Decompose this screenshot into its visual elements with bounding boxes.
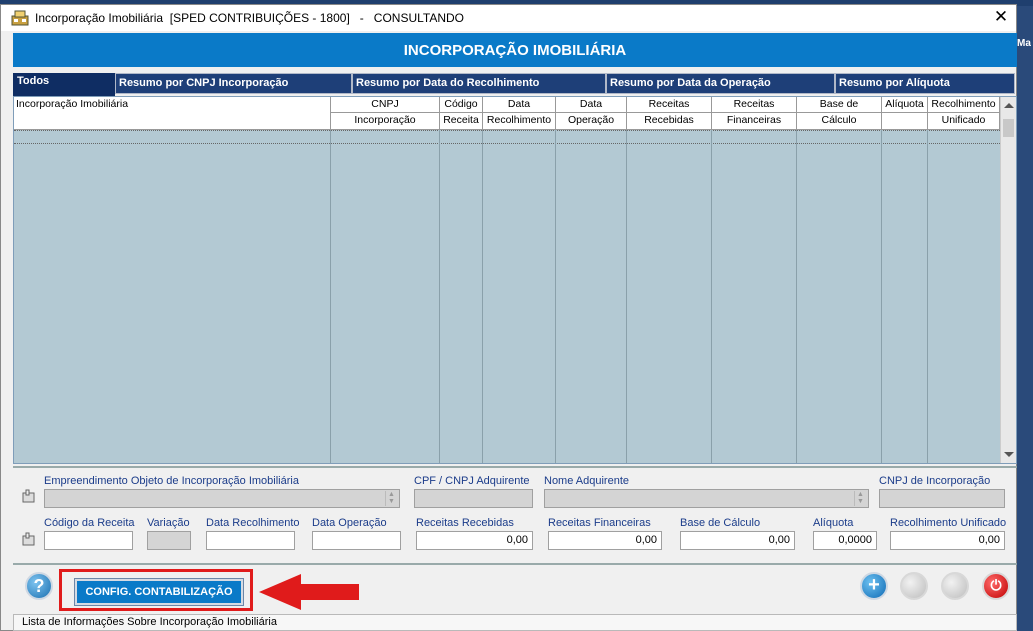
app-icon — [11, 10, 29, 26]
spin-icon[interactable]: ▲ ▼ — [385, 491, 397, 506]
grid-header: Incorporação Imobiliária CNPJ Incorporaç… — [14, 97, 1000, 130]
divider — [13, 563, 1017, 565]
title-bar: Incorporação Imobiliária [SPED CONTRIBUI… — [1, 5, 1016, 31]
help-button[interactable]: ? — [25, 572, 53, 600]
base-calculo-label: Base de Cálculo — [680, 517, 761, 529]
column-divider — [439, 130, 440, 463]
table-row[interactable] — [14, 130, 1000, 144]
tab-resumo-cnpj[interactable]: Resumo por CNPJ Incorporação — [115, 73, 352, 94]
cpf-cnpj-adquirente-label: CPF / CNPJ Adquirente — [414, 475, 530, 487]
background-window-text: Ma — [1017, 38, 1031, 49]
vertical-scrollbar[interactable] — [1000, 97, 1016, 463]
variacao-field[interactable] — [147, 531, 191, 550]
spin-icon[interactable]: ▲ ▼ — [854, 491, 866, 506]
empreendimento-label: Empreendimento Objeto de Incorporação Im… — [44, 475, 299, 487]
col-header-recolhimento[interactable]: Recolhimento Unificado — [928, 97, 1000, 130]
receitas-recebidas-label: Receitas Recebidas — [416, 517, 514, 529]
col-header-data-recolhimento[interactable]: Data Recolhimento — [483, 97, 556, 130]
scroll-thumb[interactable] — [1003, 119, 1014, 137]
close-icon[interactable]: ✕ — [992, 8, 1010, 26]
column-divider — [711, 130, 712, 463]
col-header-receitas-recebidas[interactable]: Receitas Recebidas — [627, 97, 712, 130]
column-divider — [555, 130, 556, 463]
codigo-receita-label: Código da Receita — [44, 517, 135, 529]
aliquota-label: Alíquota — [813, 517, 854, 529]
data-operacao-field[interactable] — [312, 531, 401, 550]
receitas-financeiras-label: Receitas Financeiras — [548, 517, 651, 529]
data-operacao-label: Data Operação — [312, 517, 387, 529]
column-divider — [330, 130, 331, 463]
col-header-incorporacao[interactable]: Incorporação Imobiliária — [14, 97, 331, 130]
column-divider — [626, 130, 627, 463]
window-title: Incorporação Imobiliária [SPED CONTRIBUI… — [35, 11, 465, 25]
add-button[interactable]: + — [860, 572, 888, 600]
aliquota-field[interactable]: 0,0000 — [813, 531, 877, 550]
pointer-hand-icon — [22, 532, 35, 546]
tab-todos[interactable]: Todos — [13, 73, 115, 97]
tab-resumo-data-recolhimento[interactable]: Resumo por Data do Recolhimento — [352, 73, 606, 94]
tab-resumo-data-operacao[interactable]: Resumo por Data da Operação — [606, 73, 835, 94]
edit-button[interactable] — [900, 572, 928, 600]
col-header-receitas-financeiras[interactable]: Receitas Financeiras — [712, 97, 797, 130]
data-grid[interactable]: Incorporação Imobiliária CNPJ Incorporaç… — [13, 96, 1017, 464]
tab-bar: Todos Resumo por CNPJ Incorporação Resum… — [13, 73, 1017, 97]
receitas-financeiras-field[interactable]: 0,00 — [548, 531, 662, 550]
scroll-up-icon[interactable] — [1004, 103, 1014, 108]
page-header: INCORPORAÇÃO IMOBILIÁRIA — [13, 33, 1017, 67]
variacao-label: Variação — [147, 517, 190, 529]
main-window: Incorporação Imobiliária [SPED CONTRIBUI… — [0, 4, 1017, 631]
scroll-down-icon[interactable] — [1004, 452, 1014, 457]
cnpj-incorporacao-field[interactable] — [879, 489, 1005, 508]
recolhimento-unificado-field[interactable]: 0,00 — [890, 531, 1005, 550]
col-header-cnpj[interactable]: CNPJ Incorporação — [331, 97, 440, 130]
column-divider — [927, 130, 928, 463]
receitas-recebidas-field[interactable]: 0,00 — [416, 531, 533, 550]
col-header-codigo[interactable]: Código Receita — [440, 97, 483, 130]
status-text: Lista de Informações Sobre Incorporação … — [22, 616, 277, 628]
base-calculo-field[interactable]: 0,00 — [680, 531, 795, 550]
pointer-hand-icon — [22, 489, 35, 503]
col-header-aliquota[interactable]: Alíquota — [882, 97, 928, 130]
nome-adquirente-select[interactable]: ▲ ▼ — [544, 489, 869, 508]
status-bar: Lista de Informações Sobre Incorporação … — [13, 614, 1017, 631]
delete-button[interactable] — [941, 572, 969, 600]
empreendimento-select[interactable]: ▲ ▼ — [44, 489, 400, 508]
column-divider — [881, 130, 882, 463]
divider — [13, 466, 1017, 468]
codigo-receita-field[interactable] — [44, 531, 133, 550]
recolhimento-unificado-label: Recolhimento Unificado — [890, 517, 1007, 529]
config-contabilizacao-button[interactable]: CONFIG. CONTABILIZAÇÃO — [74, 578, 244, 606]
data-recolhimento-label: Data Recolhimento — [206, 517, 300, 529]
cpf-cnpj-adquirente-field[interactable] — [414, 489, 533, 508]
tab-resumo-aliquota[interactable]: Resumo por Alíquota — [835, 73, 1015, 94]
column-divider — [796, 130, 797, 463]
cnpj-incorporacao-label: CNPJ de Incorporação — [879, 475, 991, 487]
page-title: INCORPORAÇÃO IMOBILIÁRIA — [403, 41, 627, 59]
exit-button[interactable]: ⏻ — [982, 572, 1010, 600]
data-recolhimento-field[interactable] — [206, 531, 295, 550]
column-divider — [482, 130, 483, 463]
annotation-arrow-icon — [259, 574, 359, 610]
col-header-base-calculo[interactable]: Base de Cálculo — [797, 97, 882, 130]
col-header-data-operacao[interactable]: Data Operação — [556, 97, 627, 130]
nome-adquirente-label: Nome Adquirente — [544, 475, 629, 487]
